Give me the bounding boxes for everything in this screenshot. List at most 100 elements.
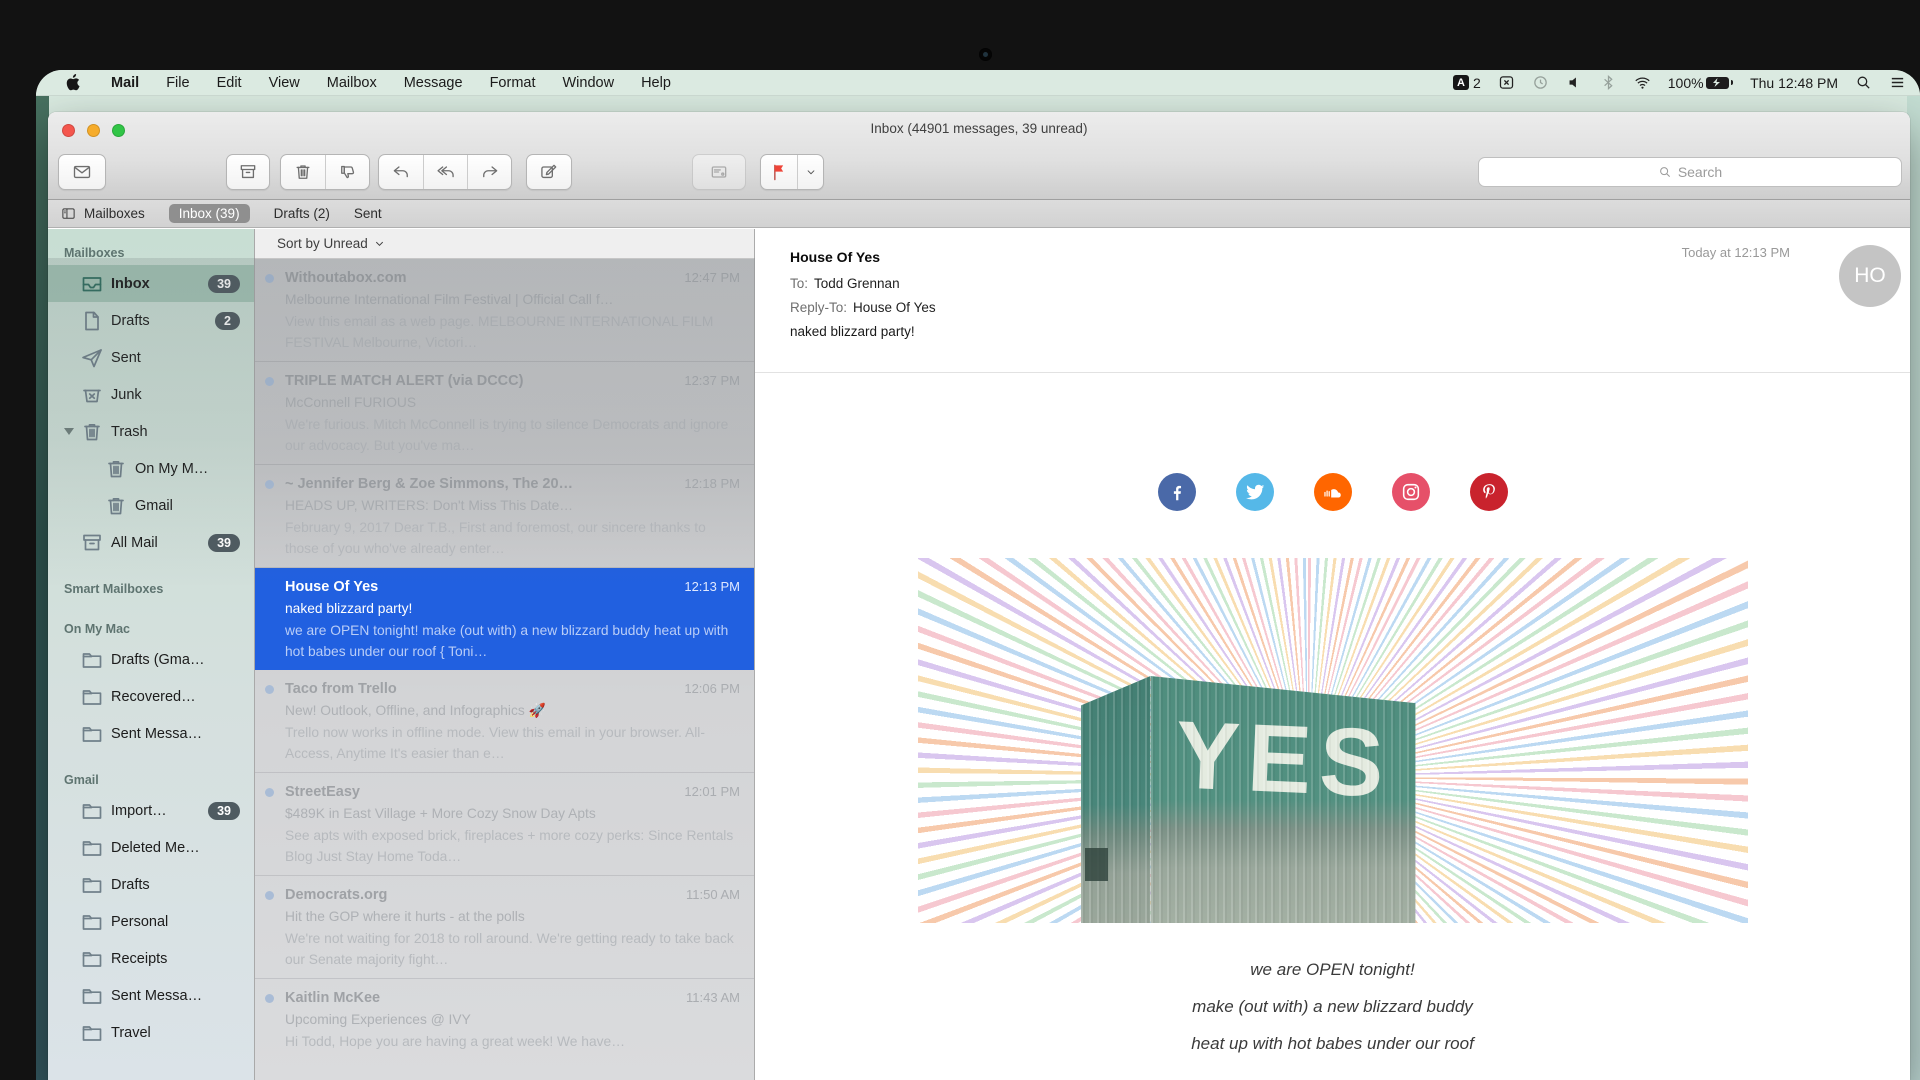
sort-control[interactable]: Sort by Unread	[255, 229, 754, 259]
message-time: 12:37 PM	[684, 373, 740, 388]
favorites-item-drafts-2[interactable]: Drafts (2)	[274, 206, 330, 221]
battery-indicator[interactable]: 100%	[1668, 75, 1733, 91]
message-row-jennifer-berg-zoe-simmons-the-20[interactable]: ~ Jennifer Berg & Zoe Simmons, The 20…12…	[255, 465, 754, 568]
battery-percent: 100%	[1668, 75, 1704, 91]
unread-dot	[265, 994, 274, 1003]
sidebar-item-drafts[interactable]: Drafts2	[48, 302, 254, 339]
message-preview: Trello now works in offline mode. View t…	[285, 722, 740, 764]
flag-button[interactable]	[761, 155, 797, 189]
flag-dropdown-button[interactable]	[797, 155, 823, 189]
favorites-item-mailboxes[interactable]: Mailboxes	[60, 206, 145, 221]
wifi-icon[interactable]	[1634, 74, 1651, 91]
sidebar-item-drafts[interactable]: Drafts	[48, 866, 254, 903]
notification-center-icon[interactable]	[1889, 74, 1906, 91]
favorites-item-sent[interactable]: Sent	[354, 206, 382, 221]
message-date: Today at 12:13 PM	[1682, 245, 1790, 260]
sort-label: Sort by Unread	[277, 236, 368, 251]
forward-button[interactable]	[467, 155, 511, 189]
stationery-button[interactable]	[692, 154, 746, 190]
archive-button[interactable]	[226, 154, 270, 190]
menu-edit[interactable]: Edit	[217, 75, 242, 91]
sidebar-item-label: Import…	[111, 803, 167, 819]
creative-cloud-icon[interactable]: A 2	[1453, 75, 1481, 91]
menu-help[interactable]: Help	[641, 75, 671, 91]
social-links-row	[755, 473, 1910, 511]
sidebar-item-import[interactable]: Import…39	[48, 792, 254, 829]
sidebar-item-sent[interactable]: Sent	[48, 339, 254, 376]
reply-button[interactable]	[379, 155, 423, 189]
mail-window: Inbox (44901 messages, 39 unread)	[48, 112, 1910, 1080]
message-subject: Melbourne International Film Festival | …	[285, 289, 740, 311]
facebook-icon[interactable]	[1158, 473, 1196, 511]
message-row-triple-match-alert-via-dccc[interactable]: TRIPLE MATCH ALERT (via DCCC)12:37 PMMcC…	[255, 362, 754, 465]
sidebar-item-inbox[interactable]: Inbox39	[48, 265, 254, 302]
sidebar-item-personal[interactable]: Personal	[48, 903, 254, 940]
soundcloud-icon[interactable]	[1314, 473, 1352, 511]
message-row-taco-from-trello[interactable]: Taco from Trello12:06 PMNew! Outlook, Of…	[255, 670, 754, 773]
instagram-icon[interactable]	[1392, 473, 1430, 511]
junk-icon	[80, 383, 104, 407]
junk-button[interactable]	[325, 155, 369, 189]
sidebar-item-travel[interactable]: Travel	[48, 1014, 254, 1051]
chevron-down-icon	[374, 238, 385, 249]
sidebar-item-label: Deleted Me…	[111, 840, 200, 856]
time-machine-icon[interactable]	[1532, 74, 1549, 91]
pinterest-icon[interactable]	[1470, 473, 1508, 511]
sidebar-item-label: Drafts (Gma…	[111, 652, 204, 668]
menu-file[interactable]: File	[166, 75, 189, 91]
spotlight-icon[interactable]	[1855, 74, 1872, 91]
menu-mailbox[interactable]: Mailbox	[327, 75, 377, 91]
sidebar-item-deleted-me[interactable]: Deleted Me…	[48, 829, 254, 866]
message-time: 11:50 AM	[686, 887, 740, 902]
apple-menu[interactable]	[66, 74, 80, 91]
message-row-democrats-org[interactable]: Democrats.org11:50 AMHit the GOP where i…	[255, 876, 754, 979]
favorites-item-inbox-39[interactable]: Inbox (39)	[169, 204, 250, 223]
message-row-head: Kaitlin McKee11:43 AM	[285, 987, 740, 1009]
message-preview: we are OPEN tonight! make (out with) a n…	[285, 620, 740, 662]
delete-button[interactable]	[281, 155, 325, 189]
sidebar-item-drafts-gma[interactable]: Drafts (Gma…	[48, 641, 254, 678]
unread-count-badge: 2	[215, 312, 240, 330]
folder-icon	[80, 799, 104, 823]
email-body-line-1: we are OPEN tonight!	[755, 951, 1910, 988]
battery-nub	[1731, 80, 1734, 85]
twitter-icon[interactable]	[1236, 473, 1274, 511]
message-row-kaitlin-mckee[interactable]: Kaitlin McKee11:43 AMUpcoming Experience…	[255, 979, 754, 1080]
message-row-house-of-yes[interactable]: House Of Yes12:13 PMnaked blizzard party…	[255, 568, 754, 670]
sidebar-item-sent-messa[interactable]: Sent Messa…	[48, 977, 254, 1014]
message-to-line: To:Todd Grennan	[790, 276, 1910, 291]
menu-message[interactable]: Message	[404, 75, 463, 91]
menu-clock[interactable]: Thu 12:48 PM	[1750, 75, 1838, 91]
volume-icon[interactable]	[1566, 74, 1583, 91]
sidebar-item-all-mail[interactable]: All Mail39	[48, 524, 254, 561]
sidebar-item-gmail[interactable]: Gmail	[48, 487, 254, 524]
sidebar-item-junk[interactable]: Junk	[48, 376, 254, 413]
envelope-icon	[72, 162, 92, 182]
sidebar-item-receipts[interactable]: Receipts	[48, 940, 254, 977]
message-row-withoutabox-com[interactable]: Withoutabox.com12:47 PMMelbourne Interna…	[255, 259, 754, 362]
disclosure-triangle[interactable]	[58, 428, 80, 435]
sidebar-toggle-icon	[60, 206, 77, 221]
message-rows: Withoutabox.com12:47 PMMelbourne Interna…	[255, 259, 754, 1080]
sidebar-item-sent-messa[interactable]: Sent Messa…	[48, 715, 254, 752]
sidebar-item-on-my-m[interactable]: On My M…	[48, 450, 254, 487]
message-subject: $489K in East Village + More Cozy Snow D…	[285, 803, 740, 825]
reply-all-button[interactable]	[423, 155, 467, 189]
sidebar-item-trash[interactable]: Trash	[48, 413, 254, 450]
favorites-item-label: Mailboxes	[84, 206, 145, 221]
menu-mail[interactable]: Mail	[111, 75, 139, 91]
menu-view[interactable]: View	[269, 75, 300, 91]
folder-icon	[80, 947, 104, 971]
boxed-x-icon[interactable]	[1498, 74, 1515, 91]
menu-bar: Mail File Edit View Mailbox Message Format Wind…	[36, 70, 1920, 96]
search-input[interactable]: Search	[1478, 157, 1902, 187]
message-row-head: StreetEasy12:01 PM	[285, 781, 740, 803]
compose-button[interactable]	[526, 154, 572, 190]
get-mail-button[interactable]	[58, 154, 106, 190]
message-row-streeteasy[interactable]: StreetEasy12:01 PM$489K in East Village …	[255, 773, 754, 876]
menu-format[interactable]: Format	[490, 75, 536, 91]
bluetooth-icon[interactable]	[1600, 74, 1617, 91]
menu-window[interactable]: Window	[562, 75, 614, 91]
sidebar-item-recovered[interactable]: Recovered…	[48, 678, 254, 715]
compose-icon	[539, 162, 559, 182]
